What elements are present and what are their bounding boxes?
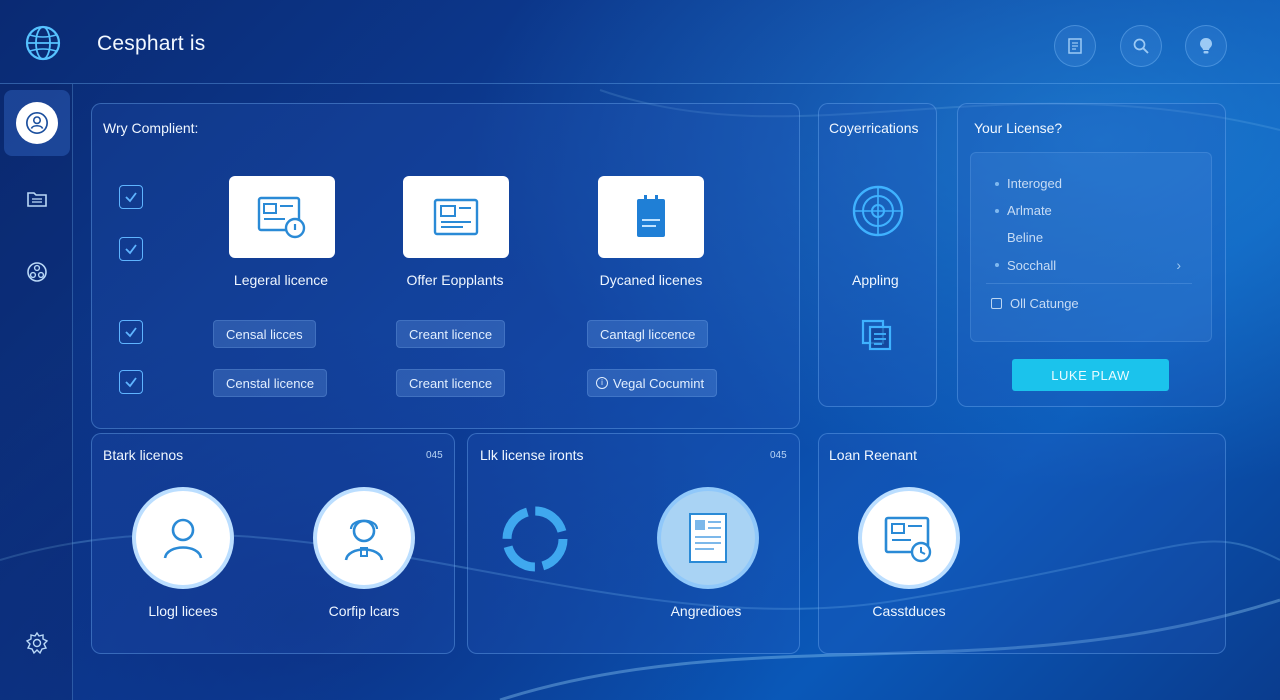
license-option-3-label: Beline [1007,230,1044,245]
tile-dycaned[interactable] [598,176,704,258]
settings-icon [25,631,49,655]
checkbox-2[interactable] [119,237,143,261]
sidebar-item-settings[interactable] [24,630,50,656]
round-person[interactable] [132,487,234,589]
checkbox-box-icon [991,298,1002,309]
chip-row1-1[interactable]: Censal licces [213,320,316,348]
sidebar-item-network[interactable] [24,259,50,285]
sidebar-item-files[interactable] [24,186,50,212]
checkbox-3[interactable] [119,320,143,344]
clipboard-icon [637,195,665,237]
check-icon [125,192,137,203]
chip-row2-1[interactable]: Censtal licence [213,369,328,397]
app-title: Cesphart is [97,32,206,55]
checkbox-1[interactable] [119,185,143,209]
logo-globe-icon[interactable] [22,24,64,62]
check-icon [125,244,137,255]
bullet-icon [995,208,999,213]
sidebar [0,84,73,700]
document-icon [689,513,727,563]
license-option-1[interactable]: Interoged [995,176,1062,191]
certifications-title: Coyerrications [829,120,919,136]
folder-icon [27,192,47,207]
chevron-right-icon: › [1176,257,1181,273]
license-option-2[interactable]: Arlmate [995,203,1052,218]
license-option-3[interactable]: Beline [1007,230,1043,245]
chip-row1-3[interactable]: Cantagl liccence [587,320,709,348]
document-icon [1068,38,1082,54]
your-license-title: Your License? [974,120,1063,136]
compliance-title: Wry Complient: [103,120,199,136]
license-checkbox-label: Oll Catunge [1010,296,1079,311]
chip-row2-3-label: Vegal Cocumint [613,375,705,391]
document-button[interactable] [1054,25,1096,67]
loan-item-label: Casstduces [872,603,946,619]
license-option-4[interactable]: Socchall › [995,257,1181,273]
primary-action-button[interactable]: LUKE PLAW [1012,359,1169,391]
stark-item-1-label: Llogl licees [148,603,218,619]
license-option-1-label: Interoged [1007,176,1062,191]
id-card-icon [433,198,479,236]
user-icon [26,112,48,134]
tile-label-legal: Legeral licence [233,272,329,288]
license-option-2-label: Arlmate [1007,203,1052,218]
support-agent-icon [344,519,384,561]
round-agent[interactable] [313,487,415,589]
bullet-icon [995,263,999,267]
tile-offer[interactable] [403,176,509,258]
lightbulb-icon [1200,38,1212,54]
top-bar: Cesphart is [0,0,1280,84]
sidebar-item-profile[interactable] [4,90,70,156]
bullet-icon [995,181,999,186]
link-license-title: Llk license ironts [480,447,584,463]
certificate-clock-icon [884,516,932,563]
stark-item-2-label: Corfip lcars [328,603,400,619]
person-icon [163,518,203,559]
loan-title: Loan Reenant [829,447,917,463]
check-icon [125,327,137,338]
certifications-panel [818,103,937,407]
search-icon [1133,38,1149,54]
lightbulb-button[interactable] [1185,25,1227,67]
network-icon [27,262,47,282]
sync-arrows-icon[interactable] [496,500,574,578]
license-option-4-label: Socchall [1007,257,1057,273]
chip-row1-2[interactable]: Creant licence [396,320,506,348]
tile-legal-licence[interactable] [229,176,335,258]
stark-title: Btark licenos [103,447,184,463]
link-license-item-label: Angredioes [670,603,742,619]
stark-count-badge: 045 [426,450,443,461]
check-icon [125,377,137,388]
link-license-count-badge: 045 [770,450,787,461]
divider [986,283,1192,284]
checkbox-4[interactable] [119,370,143,394]
info-circle-icon: i [596,377,608,389]
round-document[interactable] [657,487,759,589]
chip-row2-3[interactable]: i Vegal Cocumint [587,369,718,397]
copy-document-icon[interactable] [859,317,895,353]
license-checkbox[interactable]: Oll Catunge [991,296,1079,311]
tile-label-offer: Offer Eopplants [406,272,504,288]
tile-label-dycaned: Dycaned licenes [599,272,703,288]
search-button[interactable] [1120,25,1162,67]
globe-gear-icon[interactable] [850,183,906,239]
chip-row2-2[interactable]: Creant licence [396,369,506,397]
round-certificate[interactable] [858,487,960,589]
license-card-icon [257,196,306,239]
certifications-label: Appling [852,272,899,288]
